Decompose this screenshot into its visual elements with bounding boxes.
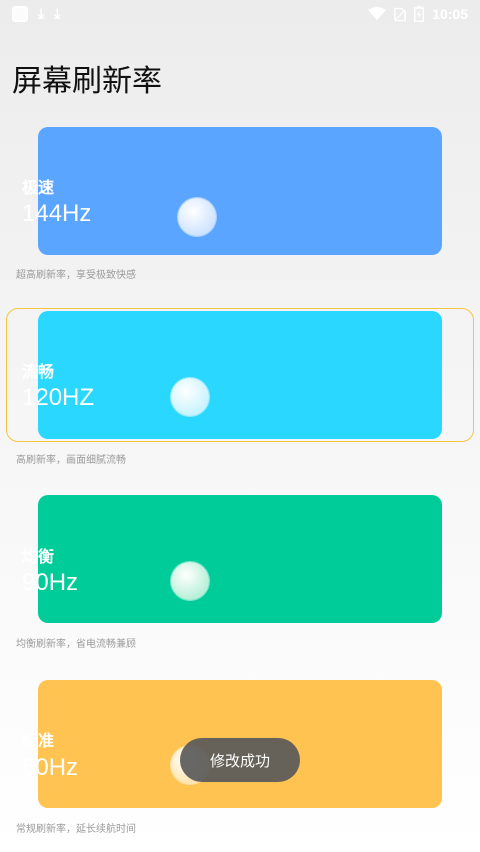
no-sim-icon xyxy=(394,7,407,21)
option-label: 极速 xyxy=(22,178,55,197)
option-rate: 60Hz xyxy=(22,754,79,781)
option-toggle-knob[interactable] xyxy=(171,378,209,416)
download-icon: ⤓ xyxy=(54,6,61,22)
app-icon xyxy=(12,6,28,22)
option-rate: 144Hz xyxy=(22,200,92,227)
status-right: 10:05 xyxy=(368,6,468,22)
wifi-icon xyxy=(368,7,387,20)
option-card-smooth[interactable] xyxy=(38,311,442,439)
option-description: 高刷新率，画面细腻流畅 xyxy=(16,455,126,466)
option-card-balanced[interactable] xyxy=(38,495,442,623)
status-bar: ⤓ ⤓ 10:05 xyxy=(0,0,480,28)
status-time: 10:05 xyxy=(432,6,468,22)
toast-message: 修改成功 xyxy=(180,738,300,782)
download-icon: ⤓ xyxy=(38,6,45,22)
option-description: 常规刷新率，延长续航时间 xyxy=(16,824,136,835)
option-description: 均衡刷新率，省电流畅兼顾 xyxy=(16,639,136,650)
option-label: 均衡 xyxy=(22,547,55,566)
option-toggle-knob[interactable] xyxy=(178,198,216,236)
option-card-extreme[interactable] xyxy=(38,127,442,255)
option-toggle-knob[interactable] xyxy=(171,562,209,600)
option-rate: 120HZ xyxy=(22,384,95,411)
option-description: 超高刷新率，享受极致快感 xyxy=(16,270,136,281)
option-rate: 90Hz xyxy=(22,569,79,596)
option-label: 标准 xyxy=(22,731,55,750)
battery-icon xyxy=(414,6,425,22)
page-title: 屏幕刷新率 xyxy=(12,64,162,99)
status-left: ⤓ ⤓ xyxy=(12,6,60,22)
option-label: 流畅 xyxy=(22,362,55,381)
